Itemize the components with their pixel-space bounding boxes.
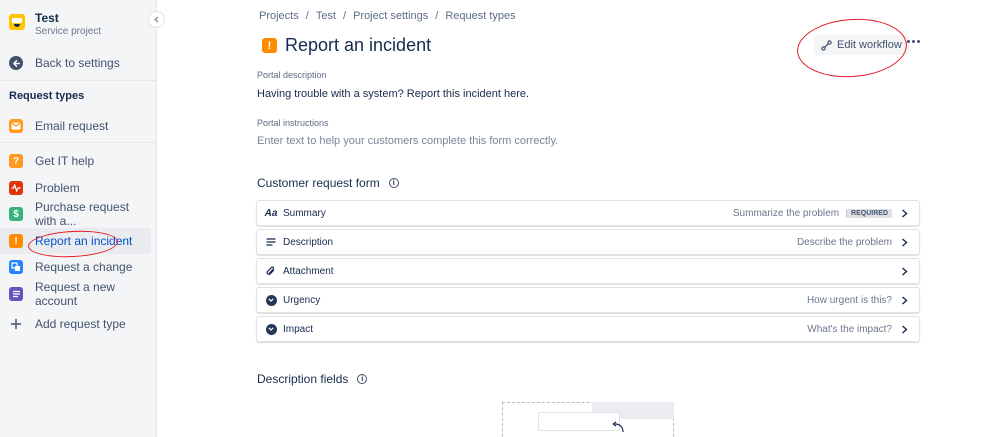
breadcrumb-test[interactable]: Test bbox=[316, 10, 336, 22]
dollar-icon: $ bbox=[9, 207, 23, 221]
more-dot bbox=[912, 40, 915, 43]
sidebar-item-label: Request a change bbox=[35, 260, 133, 274]
form-field-label: Impact bbox=[283, 323, 314, 335]
illustration-white-card bbox=[538, 412, 620, 431]
collapse-sidebar-button[interactable] bbox=[148, 11, 165, 28]
request-types-heading: Request types bbox=[9, 90, 85, 102]
sidebar-item-request-a-change[interactable]: Request a change bbox=[0, 254, 151, 280]
project-header[interactable]: Test Service project bbox=[9, 11, 101, 38]
portal-instructions-input[interactable]: Enter text to help your customers comple… bbox=[257, 135, 558, 147]
page-title-row: ! Report an incident bbox=[262, 35, 431, 56]
form-field-attachment[interactable]: Attachment bbox=[256, 258, 920, 284]
sidebar-item-purchase-request[interactable]: $ Purchase request with a... bbox=[0, 200, 151, 228]
project-name: Test bbox=[35, 11, 59, 25]
chevron-right-icon bbox=[901, 324, 908, 334]
lines-icon bbox=[265, 238, 277, 246]
change-icon bbox=[9, 260, 23, 274]
sidebar-item-email-request[interactable]: Email request bbox=[0, 113, 151, 139]
plus-icon bbox=[9, 317, 23, 331]
form-field-label: Summary bbox=[283, 207, 326, 219]
sidebar-divider bbox=[0, 80, 157, 81]
form-field-hint: What's the impact? bbox=[807, 323, 892, 335]
form-field-summary[interactable]: Aa Summary Summarize the problem REQUIRE… bbox=[256, 200, 920, 226]
paperclip-icon bbox=[265, 266, 277, 277]
breadcrumb-request-types[interactable]: Request types bbox=[445, 10, 515, 22]
page-title: Report an incident bbox=[285, 35, 432, 55]
dropdown-icon bbox=[265, 294, 277, 306]
form-field-hint: How urgent is this? bbox=[806, 294, 892, 306]
required-badge: REQUIRED bbox=[846, 208, 892, 218]
info-icon[interactable]: i bbox=[357, 374, 368, 384]
dropdown-icon bbox=[265, 323, 277, 335]
portal-description-value[interactable]: Having trouble with a system? Report thi… bbox=[257, 88, 529, 100]
form-field-label: Attachment bbox=[283, 265, 334, 277]
workflow-icon bbox=[821, 39, 832, 51]
customer-request-form-title: Customer request form i bbox=[257, 176, 399, 190]
sidebar-item-label: Request a new account bbox=[35, 280, 116, 308]
breadcrumb-separator: / bbox=[435, 10, 439, 22]
pulse-icon bbox=[9, 181, 23, 195]
more-dot bbox=[917, 40, 920, 43]
exclamation-icon: ! bbox=[9, 234, 23, 248]
chevron-right-icon bbox=[901, 295, 908, 305]
chevron-left-icon bbox=[154, 16, 159, 23]
info-icon[interactable]: i bbox=[388, 178, 399, 188]
portal-description-label: Portal description bbox=[257, 70, 327, 80]
form-field-hint: Summarize the problem bbox=[732, 207, 840, 219]
more-dot bbox=[907, 40, 910, 43]
sidebar-item-problem[interactable]: Problem bbox=[0, 175, 151, 201]
form-field-urgency[interactable]: Urgency How urgent is this? bbox=[256, 287, 920, 313]
edit-workflow-label: Edit workflow bbox=[837, 39, 902, 51]
sidebar-item-label: Email request bbox=[35, 119, 109, 133]
chevron-right-icon bbox=[901, 266, 908, 276]
sidebar-item-label: Problem bbox=[35, 181, 80, 195]
description-fields-title: Description fields i bbox=[257, 372, 368, 386]
description-fields-heading: Description fields bbox=[257, 372, 349, 386]
project-type: Service project bbox=[35, 26, 102, 37]
add-request-type-button[interactable]: Add request type bbox=[0, 311, 151, 337]
chevron-right-icon bbox=[901, 208, 908, 218]
sidebar-item-label: Report an incident bbox=[35, 234, 133, 248]
account-list-icon bbox=[9, 287, 23, 301]
edit-workflow-button[interactable]: Edit workflow bbox=[814, 35, 909, 55]
arrow-left-icon bbox=[9, 56, 23, 70]
exclamation-icon: ! bbox=[262, 38, 277, 53]
chevron-right-icon bbox=[901, 237, 908, 247]
sidebar: Test Service project Back to settings Re… bbox=[0, 0, 157, 437]
back-to-settings-link[interactable]: Back to settings bbox=[0, 50, 151, 76]
form-field-label: Description bbox=[283, 236, 334, 248]
question-icon: ? bbox=[9, 154, 23, 168]
sidebar-item-label: Get IT help bbox=[35, 154, 95, 168]
sidebar-divider bbox=[0, 142, 157, 143]
form-field-impact[interactable]: Impact What's the impact? bbox=[256, 316, 920, 342]
envelope-icon bbox=[9, 119, 23, 133]
breadcrumb-project-settings[interactable]: Project settings bbox=[353, 10, 428, 22]
breadcrumb-separator: / bbox=[305, 10, 309, 22]
customer-request-form-heading: Customer request form bbox=[257, 176, 380, 190]
curved-arrow-icon bbox=[612, 421, 624, 433]
sidebar-item-label: Purchase request with a... bbox=[35, 200, 130, 228]
more-actions-button[interactable] bbox=[907, 40, 920, 43]
sidebar-item-report-an-incident[interactable]: ! Report an incident bbox=[0, 228, 151, 254]
project-avatar bbox=[9, 14, 25, 30]
form-field-label: Urgency bbox=[283, 294, 321, 306]
breadcrumb-separator: / bbox=[343, 10, 347, 22]
breadcrumb-projects[interactable]: Projects bbox=[259, 10, 299, 22]
text-format-icon: Aa bbox=[264, 207, 278, 219]
sidebar-item-get-it-help[interactable]: ? Get IT help bbox=[0, 148, 151, 174]
add-request-type-label: Add request type bbox=[35, 317, 126, 331]
form-field-description[interactable]: Description Describe the problem bbox=[256, 229, 920, 255]
form-field-hint: Describe the problem bbox=[796, 236, 892, 248]
back-to-settings-label: Back to settings bbox=[35, 56, 120, 70]
breadcrumb: Projects / Test / Project settings / Req… bbox=[259, 10, 516, 22]
sidebar-item-request-a-new-account[interactable]: Request a new account bbox=[0, 280, 151, 308]
portal-instructions-label: Portal instructions bbox=[257, 118, 329, 128]
